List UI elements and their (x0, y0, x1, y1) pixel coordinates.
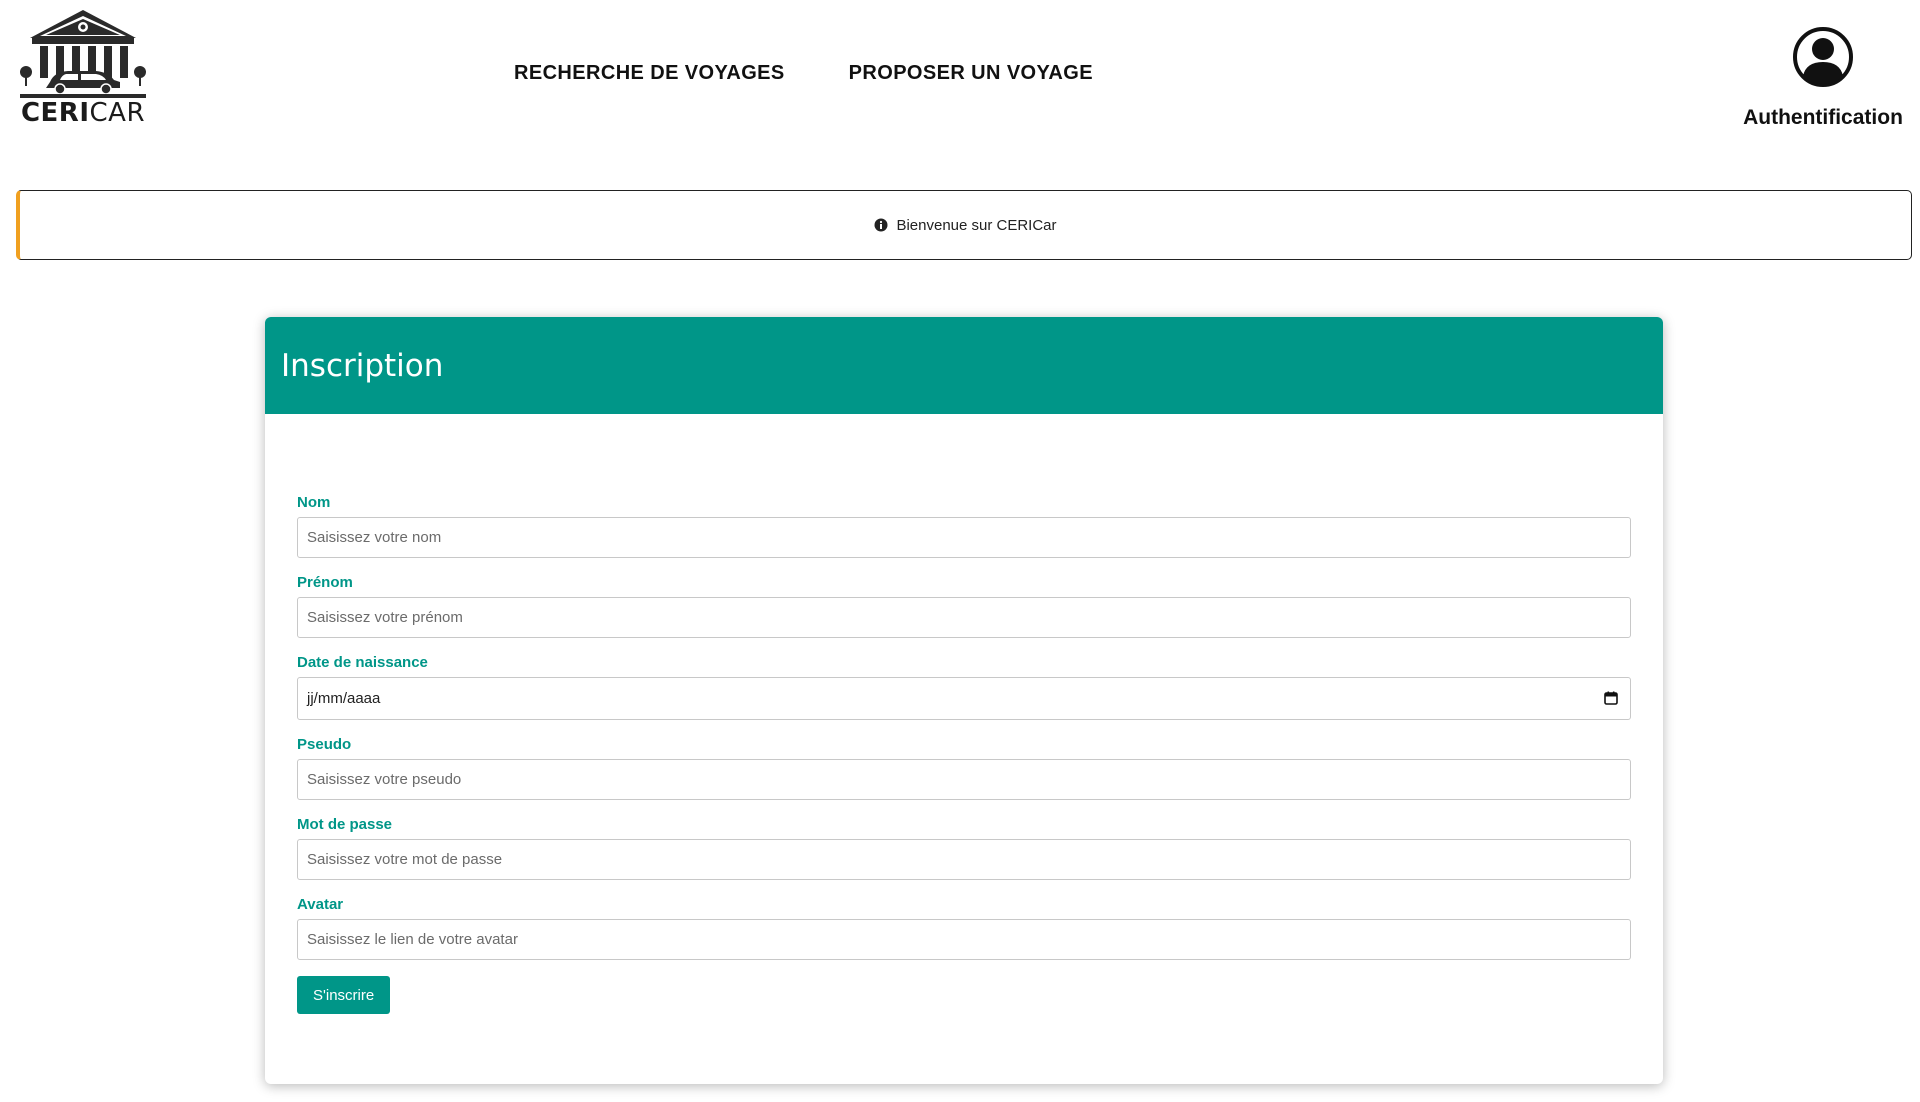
field-nom: Nom (297, 494, 1631, 558)
prenom-input[interactable] (297, 597, 1631, 638)
registration-form: Nom Prénom Date de naissance jj/mm/aaaa … (297, 494, 1631, 1014)
nav-recherche-voyages[interactable]: RECHERCHE DE VOYAGES (514, 62, 785, 85)
logo-wordmark: CERICAR (20, 98, 146, 128)
field-prenom: Prénom (297, 574, 1631, 638)
mot-de-passe-input[interactable] (297, 839, 1631, 880)
authentication-link[interactable]: Authentification (1736, 26, 1910, 130)
nom-label: Nom (297, 494, 331, 511)
main-nav: RECHERCHE DE VOYAGES PROPOSER UN VOYAGE (514, 62, 1093, 85)
field-pseudo: Pseudo (297, 736, 1631, 800)
date-naissance-value: jj/mm/aaaa (307, 690, 381, 707)
authentication-label: Authentification (1743, 106, 1903, 129)
date-naissance-input[interactable]: jj/mm/aaaa (297, 677, 1631, 720)
field-avatar: Avatar (297, 896, 1631, 960)
pseudo-label: Pseudo (297, 736, 352, 753)
nom-input[interactable] (297, 517, 1631, 558)
avatar-label: Avatar (297, 896, 344, 913)
date-naissance-label: Date de naissance (297, 654, 428, 671)
field-date-naissance: Date de naissance jj/mm/aaaa (297, 654, 1631, 720)
building-car-icon (20, 10, 146, 98)
mot-de-passe-label: Mot de passe (297, 816, 393, 833)
card-title: Inscription (281, 347, 444, 384)
field-mot-de-passe: Mot de passe (297, 816, 1631, 880)
calendar-icon[interactable] (1604, 691, 1618, 705)
sinscrire-button[interactable]: S'inscrire (297, 976, 391, 1014)
pseudo-input[interactable] (297, 759, 1631, 800)
prenom-label: Prénom (297, 574, 353, 591)
registration-card: Inscription Nom Prénom Date de naissance… (265, 317, 1663, 1084)
welcome-banner: Bienvenue sur CERICar (16, 190, 1912, 260)
cericar-logo[interactable]: CERICAR (16, 8, 150, 128)
avatar-input[interactable] (297, 919, 1631, 960)
banner-text: Bienvenue sur CERICar (896, 216, 1057, 234)
nav-proposer-voyage[interactable]: PROPOSER UN VOYAGE (849, 62, 1093, 85)
card-header: Inscription (265, 317, 1663, 414)
user-circle-icon (1793, 27, 1853, 87)
info-circle-icon (874, 218, 888, 232)
